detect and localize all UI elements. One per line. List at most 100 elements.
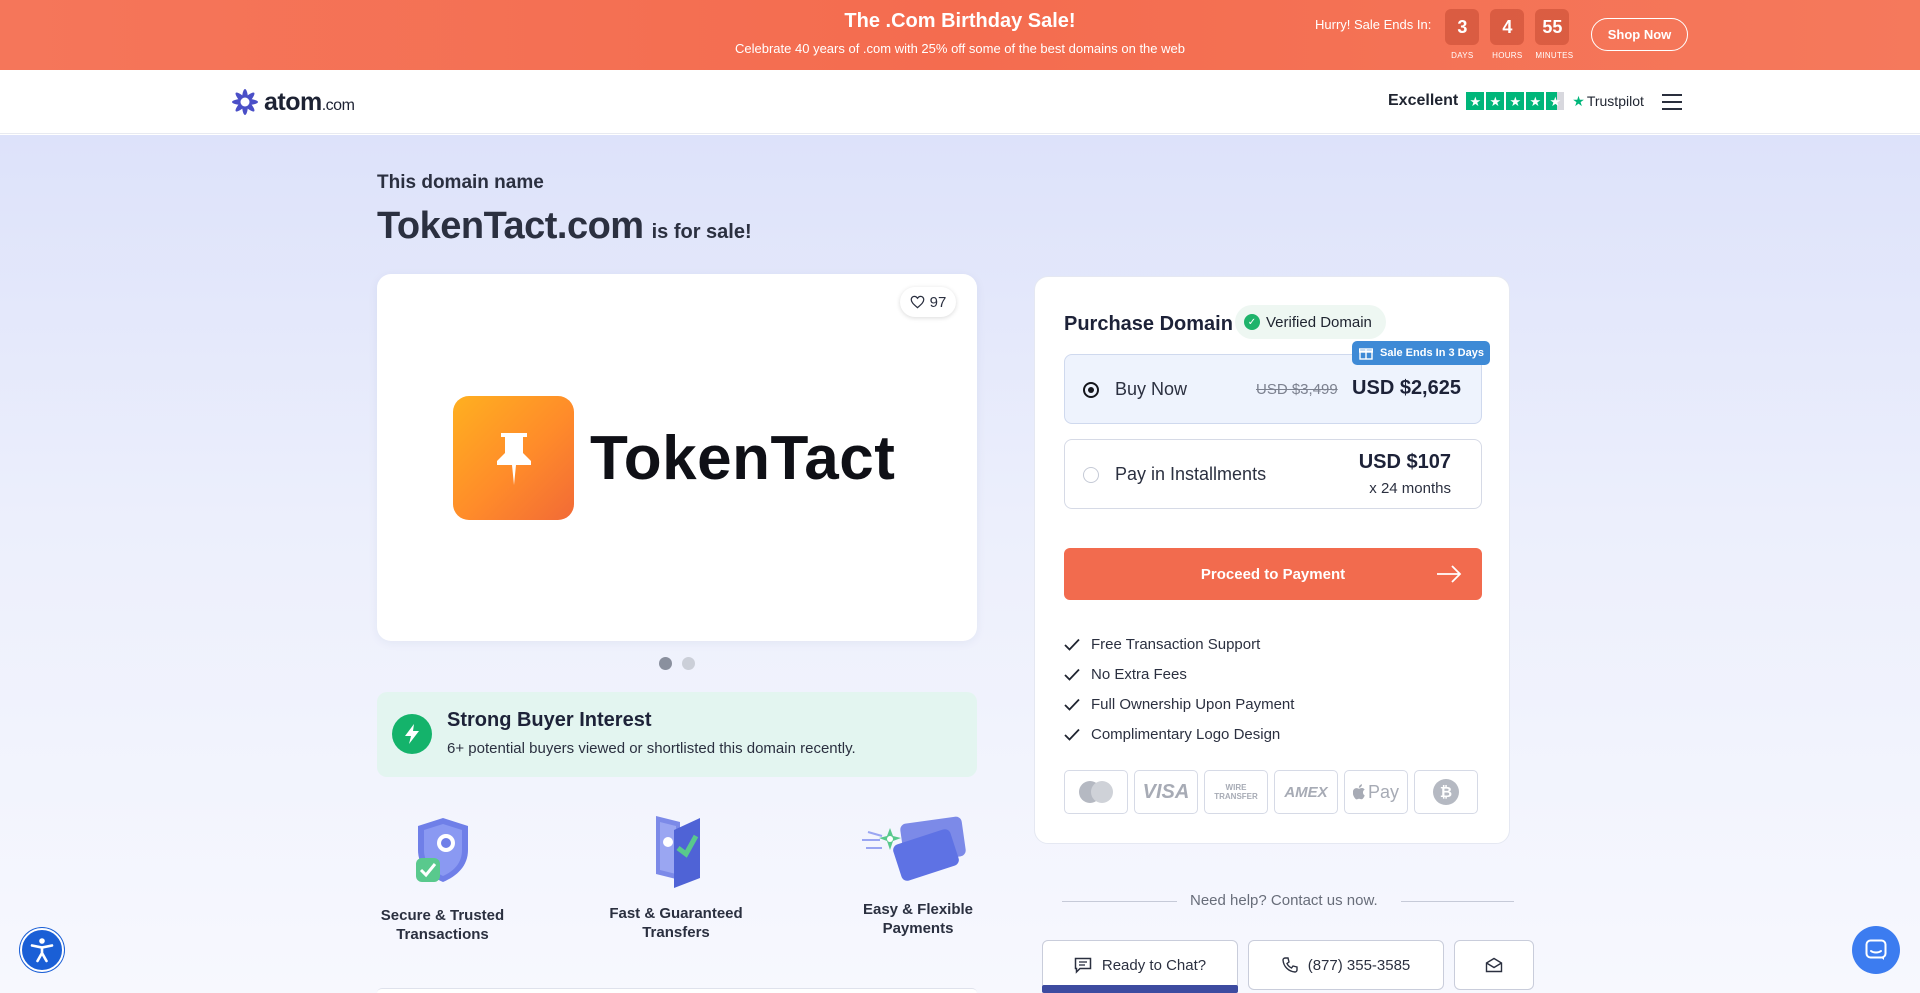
trustpilot-label: Trustpilot xyxy=(1586,93,1644,109)
trustpilot-rating[interactable]: Excellent ★ ★ ★ ★ ★ ★ Trustpilot xyxy=(1388,92,1644,110)
help-divider-left xyxy=(1062,901,1177,902)
benefit-item: Full Ownership Upon Payment xyxy=(1064,689,1294,719)
chat-button-label: Ready to Chat? xyxy=(1101,956,1207,974)
sale-ends-tag: Sale Ends In 3 Days xyxy=(1352,341,1490,365)
benefit-item: Complimentary Logo Design xyxy=(1064,719,1294,749)
feature-label-line2: Payments xyxy=(882,920,954,937)
gift-icon xyxy=(1359,348,1373,360)
pushpin-icon xyxy=(453,396,574,520)
buy-now-price: USD $2,625 xyxy=(1352,377,1461,399)
option-installments[interactable]: Pay in Installments USD $107 x 24 months xyxy=(1064,439,1482,509)
buyer-interest-box: Strong Buyer Interest 6+ potential buyer… xyxy=(377,692,977,777)
rating-word: Excellent xyxy=(1388,92,1459,109)
radio-installments[interactable] xyxy=(1083,467,1099,483)
logo-wordmark: atom.com xyxy=(264,87,355,117)
benefit-label: Free Transaction Support xyxy=(1091,635,1261,653)
checkmark-icon xyxy=(1064,638,1080,651)
half-star-icon: ★ xyxy=(1546,92,1565,110)
atom-star-icon xyxy=(232,89,258,115)
feature-label-line1: Fast & Guaranteed xyxy=(609,905,743,922)
apple-pay-label: Pay xyxy=(1367,781,1400,802)
email-button[interactable] xyxy=(1454,940,1534,990)
installments-label: Pay in Installments xyxy=(1115,464,1267,484)
eyebrow-text: This domain name xyxy=(377,172,544,193)
checkmark-icon xyxy=(1064,668,1080,681)
purchase-title: Purchase Domain xyxy=(1064,313,1233,335)
proceed-to-payment-button[interactable]: Proceed to Payment xyxy=(1064,548,1482,600)
proceed-label: Proceed to Payment xyxy=(1200,565,1346,583)
payment-methods: VISA WIRE TRANSFER AMEX Pay ₿ xyxy=(1064,770,1484,814)
next-card-edge xyxy=(377,988,977,993)
verified-badge: ✓ Verified Domain xyxy=(1235,305,1386,339)
interest-title: Strong Buyer Interest xyxy=(447,709,652,731)
visa-icon: VISA xyxy=(1134,770,1198,814)
apple-pay-icon: Pay xyxy=(1344,770,1408,814)
sale-ends-label: Sale Ends In 3 Days xyxy=(1380,347,1484,359)
trustpilot-star-icon: ★ xyxy=(1572,92,1585,109)
countdown-hours-value: 4 xyxy=(1490,9,1525,45)
star-icon: ★ xyxy=(1506,92,1525,110)
chat-active-indicator xyxy=(1042,985,1238,993)
wire-transfer-icon: WIRE TRANSFER xyxy=(1204,770,1268,814)
hamburger-icon[interactable] xyxy=(1662,94,1682,110)
feature-label-line1: Secure & Trusted xyxy=(380,907,505,924)
checkmark-icon xyxy=(1064,698,1080,711)
countdown-minutes-value: 55 xyxy=(1535,9,1570,45)
site-header: atom.com Excellent ★ ★ ★ ★ ★ ★ Trustpilot xyxy=(0,70,1920,134)
atom-logo[interactable]: atom.com xyxy=(230,87,355,117)
benefit-item: Free Transaction Support xyxy=(1064,629,1294,659)
sale-countdown: Hurry! Sale Ends In: 3 DAYS 4 HOURS 55 M… xyxy=(1315,9,1580,60)
carousel-dot-2[interactable] xyxy=(682,657,695,670)
bitcoin-icon: ₿ xyxy=(1414,770,1478,814)
radio-buy-now[interactable] xyxy=(1083,382,1099,398)
verified-label: Verified Domain xyxy=(1266,313,1372,331)
carousel-dot-1[interactable] xyxy=(659,657,672,670)
help-divider-right xyxy=(1401,901,1514,902)
logo-name: atom xyxy=(264,87,322,116)
feature-label-line2: Transactions xyxy=(396,926,489,943)
for-sale-text: is for sale! xyxy=(651,221,752,243)
old-price: USD $3,499 xyxy=(1256,381,1338,398)
interest-subtitle: 6+ potential buyers viewed or shortliste… xyxy=(447,740,856,757)
mastercard-icon xyxy=(1064,770,1128,814)
credit-card-icon xyxy=(862,816,966,881)
help-text: Need help? Contact us now. xyxy=(1190,892,1378,909)
countdown-minutes: 55 MINUTES xyxy=(1535,9,1573,60)
feature-label-line2: Transfers xyxy=(642,924,710,941)
shop-now-button[interactable]: Shop Now xyxy=(1591,18,1688,51)
benefit-item: No Extra Fees xyxy=(1064,659,1294,689)
countdown-hours-label: HOURS xyxy=(1492,51,1523,60)
promo-banner: The .Com Birthday Sale! Celebrate 40 yea… xyxy=(0,0,1920,70)
countdown-days: 3 DAYS xyxy=(1445,9,1480,60)
logo-tld: .com xyxy=(321,96,355,114)
lightning-icon xyxy=(392,714,432,754)
feature-payments: Easy & Flexible Payments xyxy=(848,810,988,938)
heart-icon xyxy=(910,295,925,309)
feature-transfers: Fast & Guaranteed Transfers xyxy=(600,808,752,942)
favorite-button[interactable]: 97 xyxy=(900,287,956,317)
star-icon: ★ xyxy=(1486,92,1505,110)
amex-icon: AMEX xyxy=(1274,770,1338,814)
envelope-open-icon xyxy=(1485,957,1503,973)
trustpilot-logo: ★ Trustpilot xyxy=(1572,93,1644,110)
benefits-list: Free Transaction Support No Extra Fees F… xyxy=(1064,629,1294,749)
countdown-hours: 4 HOURS xyxy=(1490,9,1525,60)
bitcoin-symbol: ₿ xyxy=(1433,779,1459,805)
buy-now-label: Buy Now xyxy=(1115,379,1188,399)
phone-button[interactable]: (877) 355-3585 xyxy=(1248,940,1444,990)
installment-term: x 24 months xyxy=(1369,480,1451,497)
countdown-days-value: 3 xyxy=(1445,9,1480,45)
accessibility-icon[interactable] xyxy=(20,928,64,972)
arrow-right-icon xyxy=(1437,565,1462,583)
brand-logo: TokenTact xyxy=(453,396,895,520)
chat-button[interactable]: Ready to Chat? xyxy=(1042,940,1238,990)
star-icon: ★ xyxy=(1466,92,1485,110)
phone-number: (877) 355-3585 xyxy=(1307,956,1411,974)
live-chat-icon[interactable] xyxy=(1852,926,1900,974)
benefit-label: Complimentary Logo Design xyxy=(1091,725,1281,743)
phone-icon xyxy=(1282,957,1298,973)
domain-logo-card: 97 TokenTact xyxy=(377,274,977,641)
carousel-dots xyxy=(659,657,705,670)
transfer-icon xyxy=(656,816,700,888)
countdown-label: Hurry! Sale Ends In: xyxy=(1315,17,1432,32)
